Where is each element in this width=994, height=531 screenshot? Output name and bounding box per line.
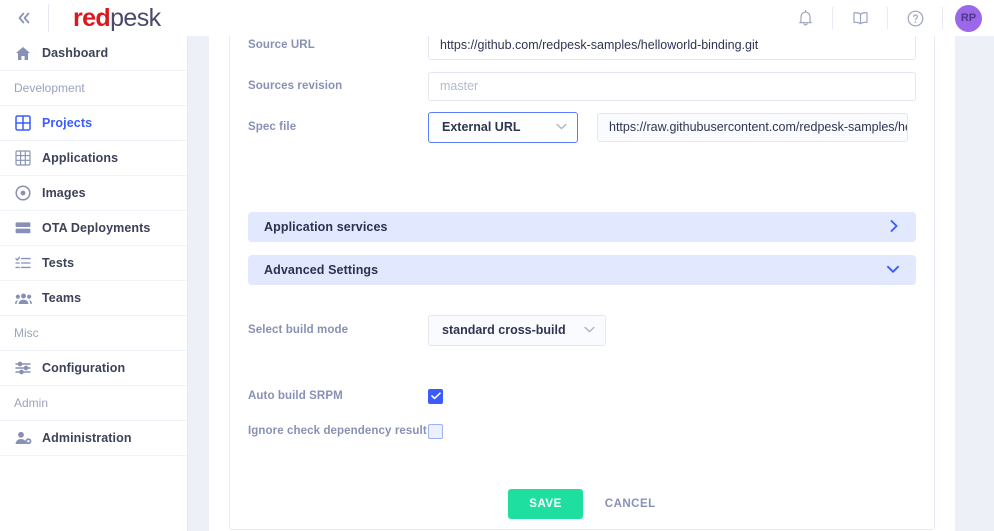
avatar-initials: RP bbox=[960, 12, 977, 24]
cancel-button[interactable]: CANCEL bbox=[605, 498, 656, 510]
tests-checklist-icon bbox=[14, 254, 32, 272]
main-content-area: Source URL https://github.com/redpesk-sa… bbox=[188, 36, 994, 531]
sidebar-item-ota-deployments[interactable]: OTA Deployments bbox=[0, 211, 187, 246]
ignore-check-dependency-checkbox[interactable] bbox=[428, 423, 443, 439]
form-row-spec-file: Spec file External URL https://raw.githu… bbox=[248, 107, 916, 147]
sidebar-item-administration[interactable]: Administration bbox=[0, 421, 187, 456]
form-row-auto-build-srpm: Auto build SRPM bbox=[248, 380, 916, 412]
accordion-application-services[interactable]: Application services bbox=[248, 212, 916, 242]
build-mode-select[interactable]: standard cross-build bbox=[428, 314, 606, 346]
spec-file-label: Spec file bbox=[248, 121, 297, 133]
sidebar-navigation: Dashboard Development Projects Applicati… bbox=[0, 36, 188, 531]
notifications-bell-button[interactable] bbox=[778, 0, 832, 36]
sidebar-item-label: Applications bbox=[42, 151, 119, 165]
chevron-down-icon bbox=[886, 263, 900, 278]
projects-grid-icon bbox=[14, 114, 32, 132]
notifications-bell-icon bbox=[798, 9, 812, 26]
sidebar-item-label: Projects bbox=[42, 116, 93, 130]
sidebar-item-label: OTA Deployments bbox=[42, 221, 151, 235]
app-root: redpesk RP Dashboard Development Project… bbox=[0, 0, 994, 531]
topbar-separator bbox=[942, 7, 943, 29]
logo-text-pesk: pesk bbox=[110, 3, 161, 32]
sidebar-item-label: Teams bbox=[42, 291, 82, 305]
sidebar-collapse-button[interactable] bbox=[0, 0, 48, 36]
sources-revision-label: Sources revision bbox=[248, 80, 343, 92]
save-button[interactable]: SAVE bbox=[508, 489, 583, 519]
sidebar-section-development: Development bbox=[0, 71, 187, 106]
sidebar-section-label: Admin bbox=[14, 396, 49, 410]
top-bar: redpesk RP bbox=[0, 0, 994, 36]
images-disc-icon bbox=[14, 184, 32, 202]
source-url-label: Source URL bbox=[248, 39, 315, 51]
spec-file-type-value: External URL bbox=[442, 120, 521, 134]
build-mode-value: standard cross-build bbox=[442, 323, 566, 337]
ota-deployments-server-icon bbox=[14, 219, 32, 237]
sidebar-item-label: Configuration bbox=[42, 361, 126, 375]
sidebar-section-misc: Misc bbox=[0, 316, 187, 351]
build-mode-label: Select build mode bbox=[248, 324, 349, 336]
documentation-book-button[interactable] bbox=[833, 0, 887, 36]
form-actions: SAVE CANCEL bbox=[248, 489, 916, 519]
chevron-double-left-icon bbox=[18, 12, 29, 24]
sidebar-item-dashboard[interactable]: Dashboard bbox=[0, 36, 187, 71]
top-bar-actions: RP bbox=[778, 0, 994, 36]
home-icon bbox=[14, 44, 32, 62]
administration-user-gear-icon bbox=[14, 429, 32, 447]
sidebar-section-label: Development bbox=[14, 81, 85, 95]
sidebar-item-label: Images bbox=[42, 186, 86, 200]
accordion-title: Application services bbox=[264, 220, 388, 234]
sidebar-item-applications[interactable]: Applications bbox=[0, 141, 187, 176]
sidebar-item-images[interactable]: Images bbox=[0, 176, 187, 211]
sidebar-section-label: Misc bbox=[14, 326, 39, 340]
logo-text-red: red bbox=[73, 3, 111, 32]
sidebar-item-projects[interactable]: Projects bbox=[0, 106, 187, 141]
auto-build-srpm-checkbox[interactable] bbox=[428, 388, 443, 404]
spec-file-type-select[interactable]: External URL bbox=[428, 111, 578, 143]
accordion-advanced-settings[interactable]: Advanced Settings bbox=[248, 255, 916, 285]
configuration-sliders-icon bbox=[14, 359, 32, 377]
applications-grid-icon bbox=[14, 149, 32, 167]
form-row-build-mode: Select build mode standard cross-build bbox=[248, 310, 916, 350]
chevron-down-icon bbox=[556, 122, 567, 133]
documentation-book-icon bbox=[852, 11, 868, 24]
ignore-check-dependency-label: Ignore check dependency result bbox=[248, 425, 427, 437]
chevron-down-icon bbox=[584, 325, 595, 336]
spec-file-url-input[interactable]: https://raw.githubusercontent.com/redpes… bbox=[597, 112, 908, 142]
sidebar-item-label: Tests bbox=[42, 256, 75, 270]
help-button[interactable] bbox=[888, 0, 942, 36]
sidebar-item-configuration[interactable]: Configuration bbox=[0, 351, 187, 386]
sources-revision-input[interactable]: master bbox=[428, 71, 916, 101]
project-form-card: Source URL https://github.com/redpesk-sa… bbox=[229, 36, 935, 530]
accordion-title: Advanced Settings bbox=[264, 263, 379, 277]
page-card: Source URL https://github.com/redpesk-sa… bbox=[209, 36, 955, 531]
chevron-right-icon bbox=[888, 219, 900, 236]
help-circle-icon bbox=[907, 10, 923, 26]
sidebar-item-label: Administration bbox=[42, 431, 132, 445]
auto-build-srpm-label: Auto build SRPM bbox=[248, 390, 343, 402]
user-avatar[interactable]: RP bbox=[955, 4, 982, 32]
source-url-input[interactable]: https://github.com/redpesk-samples/hello… bbox=[428, 36, 916, 60]
checkmark-icon bbox=[430, 392, 441, 400]
form-row-sources-revision: Sources revision master bbox=[248, 66, 916, 106]
sidebar-section-admin: Admin bbox=[0, 386, 187, 421]
sidebar-item-tests[interactable]: Tests bbox=[0, 246, 187, 281]
sidebar-item-teams[interactable]: Teams bbox=[0, 281, 187, 316]
form-row-source-url: Source URL https://github.com/redpesk-sa… bbox=[248, 36, 916, 65]
sidebar-item-label: Dashboard bbox=[42, 46, 109, 60]
teams-people-icon bbox=[14, 289, 32, 307]
redpesk-logo[interactable]: redpesk bbox=[73, 3, 161, 32]
form-row-ignore-check-dependency: Ignore check dependency result bbox=[248, 415, 916, 447]
logo-divider bbox=[48, 4, 49, 32]
